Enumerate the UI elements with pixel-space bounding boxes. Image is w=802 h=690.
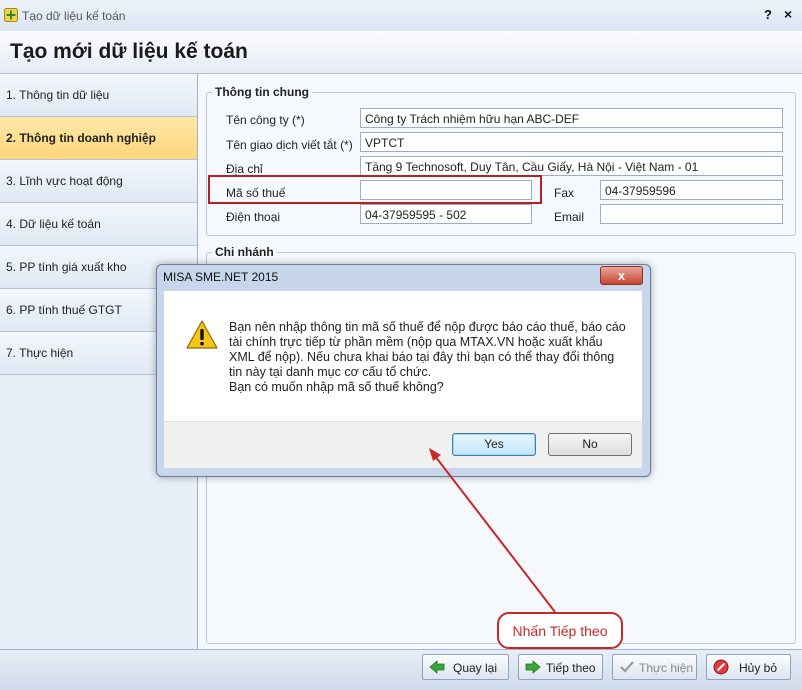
- address-label: Địa chỉ: [226, 162, 263, 176]
- company-name-label: Tên công ty (*): [226, 113, 305, 127]
- sidebar-item-data-info[interactable]: 1. Thông tin dữ liệu: [0, 74, 197, 117]
- phone-label: Điện thoại: [226, 210, 281, 224]
- sidebar-item-accounting-data[interactable]: 4. Dữ liệu kế toán: [0, 203, 197, 246]
- short-name-field[interactable]: VPTCT: [360, 132, 783, 152]
- dialog-message-line: tin này tại danh mục cơ cấu tổ chức.: [229, 365, 432, 379]
- sidebar-item-label: 2. Thông tin doanh nghiệp: [6, 131, 156, 145]
- sidebar-item-business-field[interactable]: 3. Lĩnh vực hoạt động: [0, 160, 197, 203]
- address-field[interactable]: Tầng 9 Technosoft, Duy Tân, Cầu Giấy, Hà…: [360, 156, 783, 176]
- dialog-title: MISA SME.NET 2015: [163, 270, 279, 284]
- branch-legend: Chi nhánh: [212, 245, 277, 259]
- sidebar-item-label: 1. Thông tin dữ liệu: [6, 88, 110, 102]
- general-info-legend: Thông tin chung: [212, 85, 312, 99]
- warning-icon: [186, 320, 218, 349]
- yes-button[interactable]: Yes: [452, 433, 536, 456]
- sidebar-item-label: 6. PP tính thuế GTGT: [6, 303, 122, 317]
- cancel-button[interactable]: Hủy bỏ: [706, 654, 791, 680]
- window-title: Tạo dữ liệu kế toán: [22, 9, 126, 23]
- next-button[interactable]: Tiếp theo: [518, 654, 603, 680]
- arrow-left-icon: [429, 660, 445, 674]
- back-button-label: Quay lại: [453, 661, 498, 675]
- cancel-button-label: Hủy bỏ: [739, 661, 778, 675]
- sidebar-item-company-info[interactable]: 2. Thông tin doanh nghiệp: [0, 117, 197, 160]
- dialog-message-line: Bạn có muốn nhập mã số thuế không?: [229, 380, 444, 394]
- no-button[interactable]: No: [548, 433, 632, 456]
- execute-button[interactable]: Thực hiện: [612, 654, 697, 680]
- tax-code-highlight: [208, 175, 542, 204]
- fax-field[interactable]: 04-37959596: [600, 180, 783, 200]
- execute-button-label: Thực hiện: [639, 661, 694, 675]
- sidebar-item-label: 4. Dữ liệu kế toán: [6, 217, 101, 231]
- sidebar-item-label: 3. Lĩnh vực hoạt động: [6, 174, 123, 188]
- next-button-label: Tiếp theo: [546, 661, 596, 675]
- sidebar-item-label: 5. PP tính giá xuất kho: [6, 260, 127, 274]
- window-close-button[interactable]: ×: [784, 6, 792, 22]
- fax-label: Fax: [554, 186, 575, 200]
- back-button[interactable]: Quay lại: [422, 654, 509, 680]
- email-label: Email: [554, 210, 585, 224]
- phone-field[interactable]: 04-37959595 - 502: [360, 204, 532, 224]
- cancel-icon: [713, 659, 729, 675]
- checkmark-icon: [620, 661, 634, 673]
- close-icon: x: [617, 268, 626, 283]
- dialog-message-line: tài chính trực tiếp từ phần mềm (nộp qua…: [229, 335, 603, 349]
- email-field[interactable]: [600, 204, 783, 224]
- short-name-label: Tên giao dịch viết tắt (*): [226, 138, 353, 152]
- annotation-callout: Nhấn Tiếp theo: [497, 612, 623, 649]
- annotation-callout-text: Nhấn Tiếp theo: [512, 623, 608, 639]
- company-name-field[interactable]: Công ty Trách nhiệm hữu hạn ABC-DEF: [360, 108, 783, 128]
- dialog-message-line: Bạn nên nhập thông tin mã số thuế để nộp…: [229, 320, 626, 334]
- arrow-right-icon: [525, 660, 541, 674]
- dialog-close-button[interactable]: x: [600, 266, 643, 285]
- add-icon: [4, 8, 18, 22]
- sidebar-item-label: 7. Thực hiện: [6, 346, 74, 360]
- dialog-message-line: XML để nộp). Nếu chưa khai báo tại đây t…: [229, 350, 615, 364]
- help-button[interactable]: ?: [764, 7, 772, 22]
- page-title: Tạo mới dữ liệu kế toán: [10, 40, 248, 63]
